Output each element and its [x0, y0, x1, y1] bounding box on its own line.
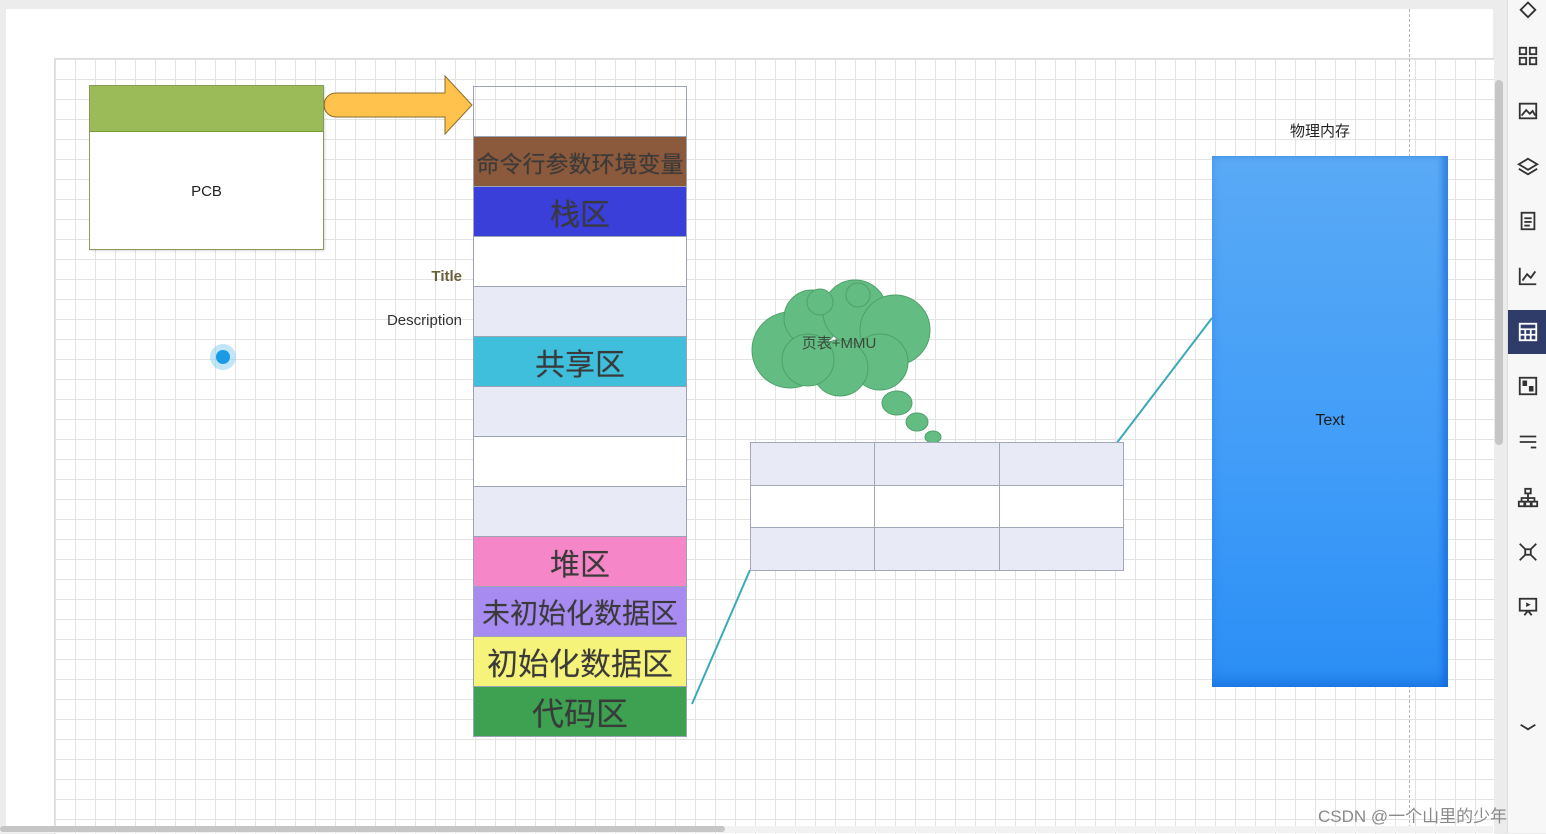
table-cell[interactable] — [749, 442, 876, 486]
physical-memory-block[interactable]: Text — [1212, 156, 1448, 687]
tree-icon — [1517, 487, 1538, 508]
chart-icon — [1518, 267, 1536, 286]
image-icon — [1518, 102, 1537, 120]
title-label[interactable]: Title — [380, 268, 462, 285]
tree-tool-button[interactable] — [1508, 476, 1546, 520]
segment-args-env[interactable]: 命令行参数环境变量 — [473, 136, 687, 187]
table-cell[interactable] — [998, 442, 1125, 486]
shapes-tool-icon — [1518, 1, 1537, 19]
segment-blank-3[interactable] — [473, 386, 687, 437]
document-tool-button[interactable] — [1508, 199, 1546, 243]
segment-blank-1[interactable] — [473, 236, 687, 287]
connection-point-icon[interactable] — [210, 344, 236, 370]
format-icon — [1519, 435, 1536, 449]
segment-code[interactable]: 代码区 — [473, 686, 687, 737]
page-table[interactable] — [749, 442, 1125, 571]
table-cell[interactable] — [749, 484, 876, 529]
pcb-arrow[interactable] — [323, 74, 473, 136]
grid-apps-icon — [1518, 46, 1537, 66]
vertical-scroll-thumb[interactable] — [1495, 80, 1503, 445]
collapse-icon — [1519, 723, 1536, 731]
segment-heap[interactable]: 堆区 — [473, 536, 687, 587]
description-label[interactable]: Description — [360, 312, 462, 329]
stack-to-table-line[interactable] — [691, 569, 751, 705]
segment-bss[interactable]: 未初始化数据区 — [473, 586, 687, 637]
segment-shared[interactable]: 共享区 — [473, 336, 687, 387]
chart-tool-button[interactable] — [1508, 254, 1546, 298]
table-cell[interactable] — [998, 527, 1125, 571]
pcb-label: PCB — [191, 183, 222, 200]
layout-tool-button[interactable] — [1508, 364, 1546, 408]
table-icon — [1518, 322, 1537, 342]
segment-data[interactable]: 初始化数据区 — [473, 636, 687, 687]
table-cell[interactable] — [874, 527, 1000, 571]
segment-blank-4[interactable] — [473, 436, 687, 487]
table-cell[interactable] — [749, 527, 876, 571]
document-icon — [1520, 211, 1535, 231]
table-tool-button[interactable] — [1508, 310, 1546, 354]
right-toolbar — [1507, 0, 1546, 833]
table-to-physical-line[interactable] — [1115, 317, 1213, 445]
table-cell[interactable] — [998, 484, 1125, 529]
apps-tool-button[interactable] — [1508, 34, 1546, 78]
layers-tool-button[interactable] — [1508, 145, 1546, 189]
shapes-tool-button[interactable] — [1508, 0, 1546, 30]
table-cell[interactable] — [874, 442, 1000, 486]
physical-memory-label: Text — [1315, 412, 1345, 429]
physical-memory-title[interactable]: 物理内存 — [1270, 120, 1370, 141]
image-tool-button[interactable] — [1508, 89, 1546, 133]
segment-top[interactable] — [473, 86, 687, 137]
connection-icon — [1518, 543, 1537, 561]
cloud-label: 页表+MMU — [801, 335, 877, 352]
pcb-box[interactable]: PCB — [89, 85, 324, 250]
format-tool-button[interactable] — [1508, 420, 1546, 464]
table-cell[interactable] — [874, 484, 1000, 529]
connection-tool-button[interactable] — [1508, 530, 1546, 574]
segment-blank-2[interactable] — [473, 286, 687, 337]
segment-blank-5[interactable] — [473, 486, 687, 537]
pcb-header — [90, 86, 323, 132]
watermark: CSDN @一个山里的少年 — [1318, 807, 1508, 826]
presentation-tool-button[interactable] — [1508, 585, 1546, 629]
page-table-cloud[interactable] — [751, 279, 942, 444]
layout-icon — [1518, 376, 1537, 396]
horizontal-scroll-thumb[interactable] — [0, 826, 725, 832]
presentation-icon — [1518, 597, 1537, 616]
segment-stack[interactable]: 栈区 — [473, 186, 687, 237]
layers-icon — [1516, 157, 1539, 176]
collapse-tool-button[interactable] — [1508, 700, 1546, 744]
